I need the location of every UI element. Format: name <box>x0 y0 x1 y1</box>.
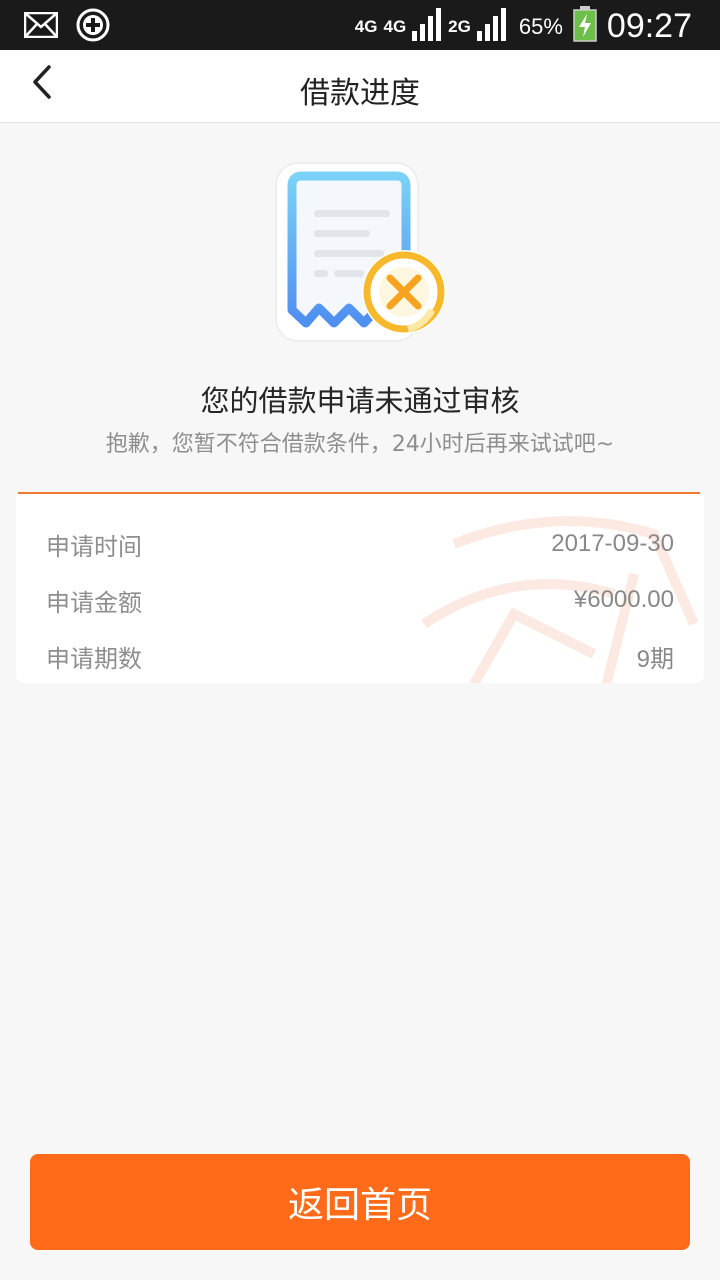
detail-value: 2017-09-30 <box>551 530 674 557</box>
network-type-1: 4G <box>354 17 378 36</box>
signal-icon <box>412 7 442 46</box>
application-details-card: 申请时间 2017-09-30 申请金额 ¥6000.00 申请期数 9期 <box>16 494 704 683</box>
status-bar: 4G 4G 2G 65% 09:27 <box>0 0 720 50</box>
detail-row-apply-periods: 申请期数 9期 <box>46 636 674 676</box>
detail-row-apply-amount: 申请金额 ¥6000.00 <box>46 580 674 620</box>
network-type-2: 4G <box>383 17 407 36</box>
detail-value: 9期 <box>636 645 674 673</box>
detail-label: 申请时间 <box>46 532 142 561</box>
battery-charging-icon <box>573 6 597 47</box>
result-title: 您的借款申请未通过审核 <box>200 384 520 418</box>
detail-value: ¥6000.00 <box>573 586 674 613</box>
status-bar-notifications <box>23 8 110 46</box>
rejected-document-icon <box>270 158 460 348</box>
result-subtitle: 抱歉，您暂不符合借款条件，24小时后再来试试吧~ <box>105 432 615 457</box>
network-type-3: 2G <box>448 17 471 36</box>
status-time: 09:27 <box>606 7 692 45</box>
app-header: 借款进度 <box>0 50 720 123</box>
plus-circle-icon <box>76 8 110 46</box>
detail-label: 申请金额 <box>46 588 142 617</box>
mail-icon <box>23 11 59 42</box>
return-home-button[interactable]: 返回首页 <box>30 1154 690 1250</box>
signal-icon <box>476 7 507 46</box>
battery-percent: 65% <box>518 13 563 39</box>
page-title: 借款进度 <box>300 76 420 111</box>
detail-label: 申请期数 <box>46 644 142 673</box>
detail-row-apply-time: 申请时间 2017-09-30 <box>46 524 674 564</box>
status-bar-indicators: 4G 4G 2G 65% 09:27 <box>355 6 692 47</box>
